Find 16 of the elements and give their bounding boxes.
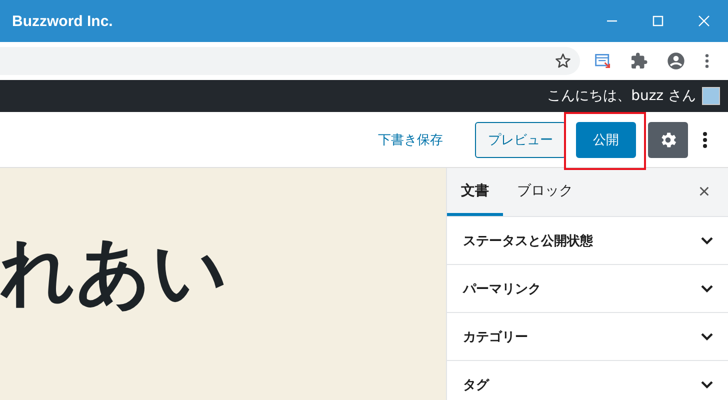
preview-button[interactable]: プレビュー: [475, 122, 566, 158]
star-icon[interactable]: [554, 52, 572, 70]
address-field[interactable]: [0, 47, 580, 75]
publish-button[interactable]: 公開: [576, 122, 636, 158]
puzzle-piece-icon[interactable]: [630, 52, 648, 70]
screen-capture-icon[interactable]: [594, 52, 612, 70]
close-icon[interactable]: [698, 15, 710, 27]
close-sidebar-button[interactable]: ×: [680, 168, 728, 216]
account-icon[interactable]: [666, 51, 686, 71]
more-vertical-icon[interactable]: [704, 53, 710, 69]
window-title: Buzzword Inc.: [11, 12, 113, 30]
settings-button[interactable]: [648, 122, 688, 158]
greeting-text[interactable]: こんにちは、buzz さん: [547, 87, 696, 105]
maximize-icon[interactable]: [652, 15, 664, 27]
save-draft-link[interactable]: 下書き保存: [366, 122, 455, 158]
sidebar-tab[interactable]: ブロック: [503, 168, 587, 216]
